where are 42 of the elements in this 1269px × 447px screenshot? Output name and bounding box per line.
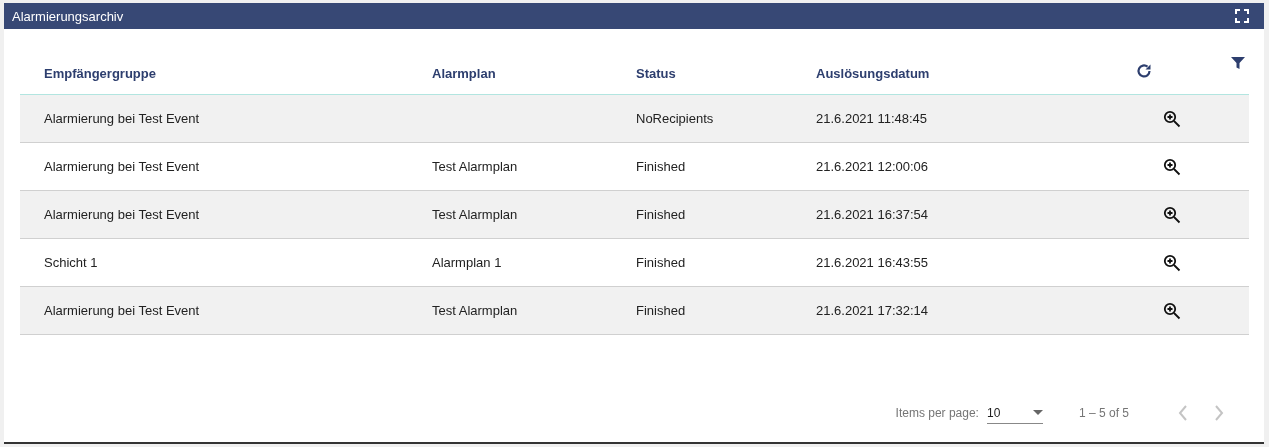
table-cell-text: Alarmplan 1 [432,255,503,270]
table-cell-text: Alarmierung bei Test Event [44,111,201,126]
table-cell-text: 21.6.2021 11:48:45 [816,111,929,126]
table-cell-text: 21.6.2021 17:32:14 [816,303,930,318]
details-button[interactable] [1162,300,1182,321]
zoom-in-icon [1163,253,1181,272]
details-button[interactable] [1162,204,1182,225]
table-cell-text: Test Alarmplan [432,159,519,174]
column-header[interactable]: Auslösungsdatum [816,66,1106,81]
table-cell-text: Finished [636,207,687,222]
table-cell-text: 21.6.2021 16:37:54 [816,207,930,222]
table-cell-text: 21.6.2021 12:00:06 [816,159,930,174]
table-cell-text: Test Alarmplan [432,207,519,222]
table-cell-text: Alarmierung bei Test Event [44,207,201,222]
table-cell-text: Alarmierung bei Test Event [44,159,201,174]
fullscreen-icon[interactable] [1232,6,1252,26]
panel-title: Alarmierungsarchiv [12,8,124,24]
table-cell-text: Test Alarmplan [432,303,519,318]
column-header[interactable]: Status [636,66,816,81]
table-cell-text: Schicht 1 [44,255,99,270]
table-cell-text: Finished [636,303,687,318]
zoom-in-icon [1163,109,1181,128]
table-cell-text: Finished [636,255,687,270]
table-cell-text: 21.6.2021 16:43:55 [816,255,930,270]
page-range: 1 – 5 of 5 [1078,406,1129,420]
zoom-in-icon [1163,301,1181,320]
page-size-select[interactable]: 10 [986,402,1043,424]
details-button[interactable] [1162,108,1182,129]
details-button[interactable] [1162,252,1182,273]
refresh-icon[interactable] [1134,61,1154,81]
zoom-in-icon [1163,157,1181,176]
details-button[interactable] [1162,156,1182,177]
dropdown-caret-icon [1032,410,1043,415]
table-cell-text: Finished [636,159,687,174]
table-cell-text: NoRecipients [636,111,715,126]
column-header[interactable]: Empfängergruppe [44,66,432,81]
chevron-right-icon [1214,405,1224,421]
items-per-page-label: Items per page: [895,406,979,420]
table-cell-text: Alarmierung bei Test Event [44,303,201,318]
chevron-left-icon [1178,405,1188,421]
column-header[interactable]: Alarmplan [432,66,636,81]
zoom-in-icon [1163,205,1181,224]
